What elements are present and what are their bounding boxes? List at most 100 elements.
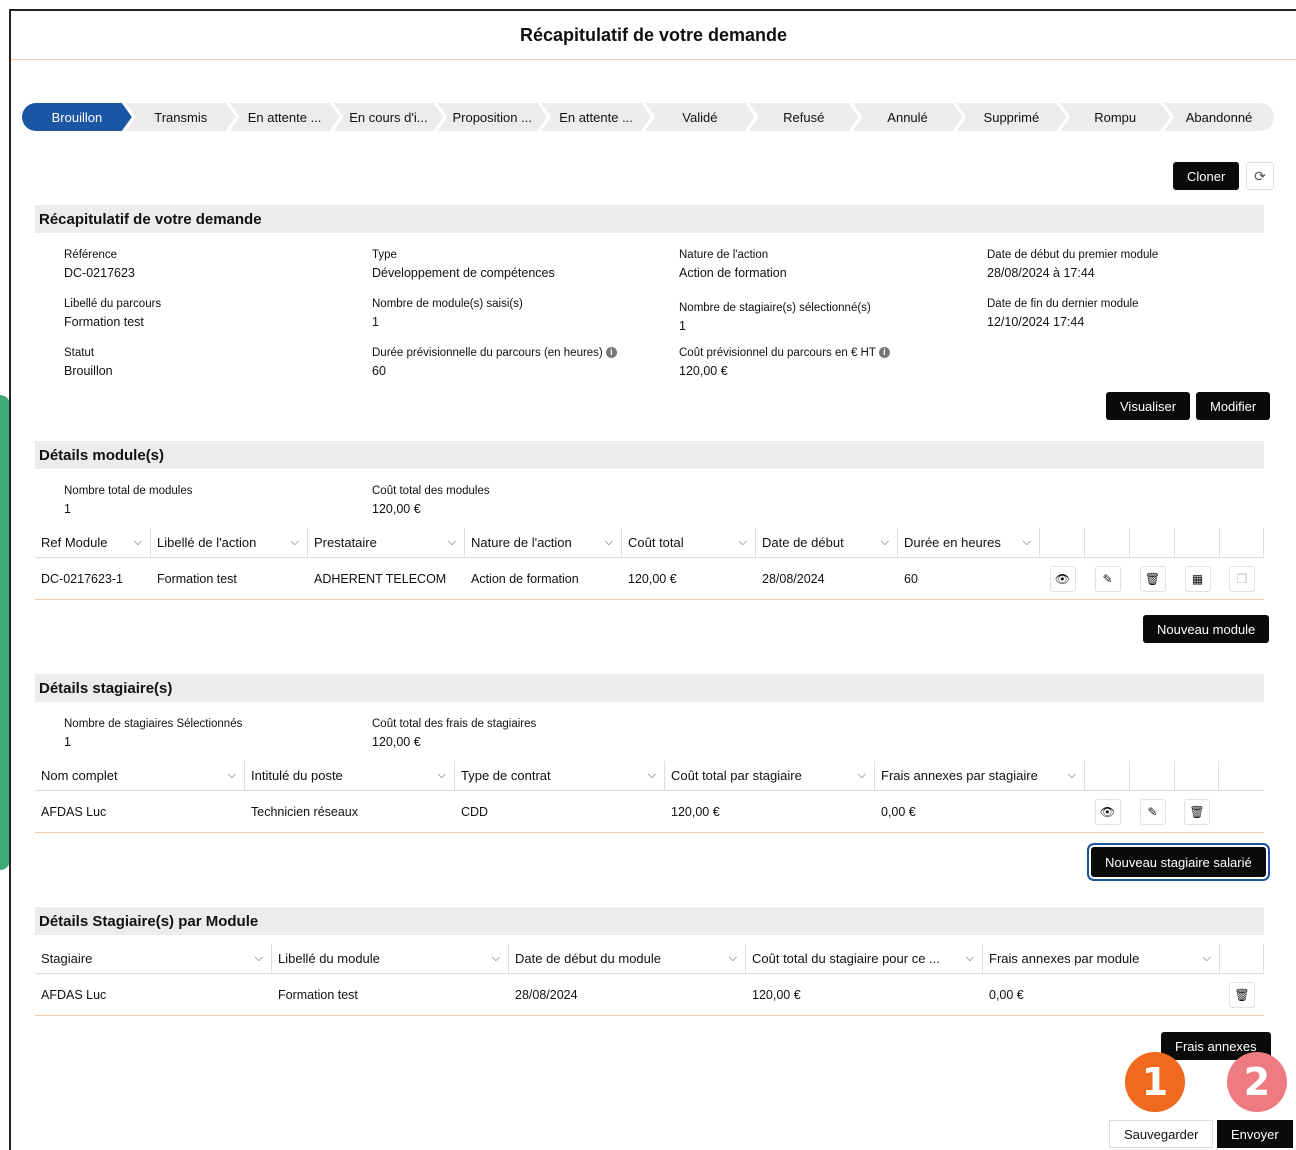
send-button[interactable]: Envoyer: [1217, 1120, 1293, 1148]
step-proposition[interactable]: Proposition ...: [437, 103, 547, 131]
chevron-down-icon: ⌵: [880, 536, 889, 548]
table-header: Stagiaire ⌵ Libellé du module ⌵ Date de dé…: [35, 943, 1264, 974]
cell: 28/08/2024: [515, 987, 578, 1002]
column-header[interactable]: Frais annexes par module ⌵: [983, 943, 1220, 974]
new-module-button[interactable]: Nouveau module: [1143, 615, 1270, 643]
column-header[interactable]: Coût total ⌵: [622, 527, 756, 558]
new-trainee-button[interactable]: Nouveau stagiaire salarié: [1091, 847, 1266, 877]
field-module-cost: Coût total des modules 120,00 €: [372, 485, 490, 516]
clone-button[interactable]: Cloner: [1173, 162, 1240, 190]
step-abandonne[interactable]: Abandonné: [1164, 103, 1274, 131]
field-path-label: Libellé du parcours Formation test: [64, 298, 162, 329]
view-button[interactable]: Visualiser: [1106, 392, 1191, 420]
refresh-icon[interactable]: ⟳: [1246, 162, 1274, 190]
cell: CDD: [461, 804, 489, 819]
step-brouillon[interactable]: Brouillon: [22, 103, 132, 131]
column-header[interactable]: Libellé de l'action ⌵: [151, 527, 308, 558]
chevron-down-icon: ⌵: [1067, 769, 1076, 781]
step-badge-one: 1: [1125, 1052, 1185, 1112]
chevron-down-icon: ⌵: [647, 769, 656, 781]
per-module-section-header: Détails Stagiaire(s) par Module: [35, 907, 1264, 935]
step-en-cours[interactable]: En cours d'i...: [333, 103, 443, 131]
page-title: Récapitulatif de votre demande: [519, 24, 788, 45]
column-header[interactable]: Coût total du stagiaire pour ce ... ⌵: [746, 943, 983, 974]
chevron-down-icon: ⌵: [1022, 536, 1031, 548]
chevron-down-icon: ⌵: [290, 536, 299, 548]
chevron-down-icon: ⌵: [728, 952, 737, 964]
cell: 28/08/2024: [762, 571, 825, 586]
step-en-attente-2[interactable]: En attente ...: [541, 103, 651, 131]
summary-section-header: Récapitulatif de votre demande: [35, 205, 1264, 233]
chevron-down-icon: ⌵: [965, 952, 974, 964]
field-start-date: Date de début du premier module 28/08/20…: [987, 249, 1159, 280]
trash-icon[interactable]: 🗑: [1229, 981, 1255, 1008]
column-header-action: [1175, 527, 1220, 558]
info-icon[interactable]: i: [878, 347, 890, 359]
column-header[interactable]: Nature de l'action ⌵: [465, 527, 622, 558]
eye-icon[interactable]: 👁: [1049, 565, 1076, 592]
step-refuse[interactable]: Refusé: [749, 103, 859, 131]
field-module-total: Nombre total de modules 1: [64, 485, 193, 516]
step-valide[interactable]: Validé: [645, 103, 755, 131]
cell: ADHERENT TELECOM: [314, 571, 447, 586]
column-header[interactable]: Date de début ⌵: [756, 527, 898, 558]
trash-icon[interactable]: 🗑: [1139, 565, 1166, 592]
step-annule[interactable]: Annulé: [853, 103, 963, 131]
column-header[interactable]: Type de contrat ⌵: [455, 760, 665, 791]
column-header[interactable]: Durée en heures ⌵: [898, 527, 1040, 558]
step-badge-two: 2: [1227, 1052, 1287, 1112]
trainees-section-header: Détails stagiaire(s): [35, 674, 1264, 702]
cell: Formation test: [278, 987, 358, 1002]
eye-icon[interactable]: 👁: [1094, 798, 1121, 825]
column-header[interactable]: Libellé du module ⌵: [272, 943, 509, 974]
column-header[interactable]: Ref Module ⌵: [35, 527, 151, 558]
column-header[interactable]: Prestataire ⌵: [308, 527, 465, 558]
calendar-check-icon[interactable]: ▦: [1184, 565, 1211, 592]
cell: Formation test: [157, 571, 237, 586]
cell: 120,00 €: [671, 804, 720, 819]
title-bar: Récapitulatif de votre demande: [11, 11, 1296, 60]
field-trainee-cost: Coût total des frais de stagiaires 120,0…: [372, 718, 537, 749]
edit-button[interactable]: Modifier: [1196, 392, 1271, 420]
column-header-action: [1040, 527, 1085, 558]
column-header[interactable]: Stagiaire ⌵: [35, 943, 272, 974]
copy-icon: ❐: [1229, 565, 1255, 592]
field-trainee-count: Nombre de stagiaire(s) sélectionné(s) 1: [679, 302, 871, 333]
step-en-attente-1[interactable]: En attente ...: [230, 103, 340, 131]
field-status: Statut Brouillon: [64, 347, 113, 378]
chevron-down-icon: ⌵: [1202, 952, 1211, 964]
field-cost: Coût prévisionnel du parcours en € HT i 1…: [679, 344, 890, 380]
cell: 120,00 €: [752, 987, 801, 1002]
table-header: Ref Module ⌵ Libellé de l'action ⌵ Prestat…: [35, 527, 1264, 558]
trash-icon[interactable]: 🗑: [1184, 798, 1210, 825]
modules-section-header: Détails module(s): [35, 441, 1264, 469]
column-header-action: [1220, 527, 1264, 558]
table-header: Nom complet ⌵ Intitulé du poste ⌵ Type de …: [35, 760, 1264, 791]
pencil-icon[interactable]: ✎: [1139, 798, 1166, 825]
step-supprime[interactable]: Supprimé: [956, 103, 1066, 131]
column-header-action: [1220, 943, 1264, 974]
step-rompu[interactable]: Rompu: [1060, 103, 1170, 131]
column-header-action: [1130, 760, 1175, 791]
table-row: DC-0217623-1 Formation test ADHERENT TEL…: [35, 558, 1264, 600]
column-header[interactable]: Frais annexes par stagiaire ⌵: [875, 760, 1085, 791]
pencil-icon[interactable]: ✎: [1094, 565, 1121, 592]
column-header[interactable]: Date de début du module ⌵: [509, 943, 746, 974]
chevron-down-icon: ⌵: [254, 952, 263, 964]
chevron-down-icon: ⌵: [133, 536, 142, 548]
save-button[interactable]: Sauvegarder: [1109, 1120, 1214, 1148]
field-module-count: Nombre de module(s) saisi(s) 1: [372, 298, 523, 329]
column-header[interactable]: Coût total par stagiaire ⌵: [665, 760, 875, 791]
cell: 0,00 €: [881, 804, 916, 819]
column-header-action: [1085, 527, 1130, 558]
column-header[interactable]: Nom complet ⌵: [35, 760, 245, 791]
chevron-down-icon: ⌵: [437, 769, 446, 781]
table-row: AFDAS Luc Technicien réseaux CDD 120,00 …: [35, 791, 1264, 833]
column-header[interactable]: Intitulé du poste ⌵: [245, 760, 455, 791]
info-icon[interactable]: i: [605, 347, 617, 359]
cell: AFDAS Luc: [41, 987, 107, 1002]
field-reference: Référence DC-0217623: [64, 249, 135, 280]
cell: Action de formation: [471, 571, 579, 586]
field-duration: Durée prévisionnelle du parcours (en heu…: [372, 344, 617, 380]
step-transmis[interactable]: Transmis: [126, 103, 236, 131]
